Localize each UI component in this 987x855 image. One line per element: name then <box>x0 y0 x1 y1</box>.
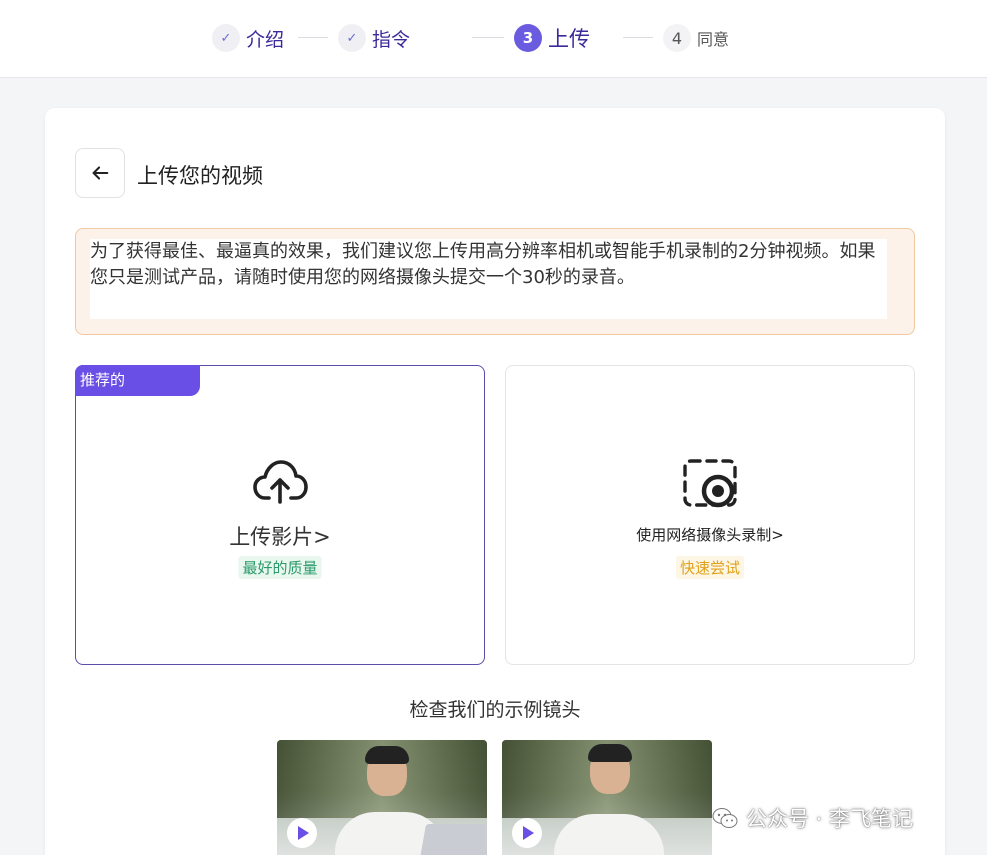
person-hair <box>365 746 409 764</box>
back-button[interactable] <box>75 148 125 198</box>
notice-body: 为了获得最佳、最逼真的效果，我们建议您上传用高分辨率相机或智能手机录制的2分钟视… <box>90 239 887 319</box>
check-icon: ✓ <box>212 24 240 52</box>
recommendation-notice: 为了获得最佳、最逼真的效果，我们建议您上传用高分辨率相机或智能手机录制的2分钟视… <box>75 228 915 335</box>
notice-text: 为了获得最佳、最逼真的效果，我们建议您上传用高分辨率相机或智能手机录制的2分钟视… <box>90 241 876 288</box>
recommended-badge: 推荐的 <box>75 365 200 396</box>
step-number: 3 <box>514 24 542 52</box>
webcam-record-option[interactable]: 使用网络摄像头录制> 快速尝试 <box>505 365 915 665</box>
watermark: 公众号 · 李飞笔记 <box>712 803 913 833</box>
example-video-thumbnail[interactable] <box>277 740 487 855</box>
wechat-icon <box>712 808 738 828</box>
step-divider <box>298 37 328 38</box>
step-divider <box>472 37 504 38</box>
step-consent[interactable]: 4 同意 <box>663 22 729 54</box>
step-divider <box>623 37 653 38</box>
upload-video-option[interactable]: 推荐的 上传影片> 最好的质量 <box>75 365 485 665</box>
play-button[interactable] <box>512 818 542 848</box>
upload-card: 上传您的视频 为了获得最佳、最逼真的效果，我们建议您上传用高分辨率相机或智能手机… <box>45 108 945 855</box>
quick-try-tag: 快速尝试 <box>675 556 745 579</box>
watermark-text: 公众号 · 李飞笔记 <box>746 807 914 831</box>
step-label: 同意 <box>697 30 730 49</box>
step-label: 指令 <box>372 28 411 51</box>
step-upload[interactable]: 3 上传 <box>514 22 590 54</box>
check-icon: ✓ <box>338 24 366 52</box>
play-icon <box>298 826 309 840</box>
arrow-left-icon <box>92 166 109 180</box>
best-quality-tag: 最好的质量 <box>238 556 322 579</box>
upload-video-label: 上传影片> <box>229 525 331 549</box>
example-video-thumbnail[interactable] <box>502 740 712 855</box>
progress-stepper: ✓ 介绍 ✓ 指令 3 上传 4 同意 <box>0 0 987 78</box>
play-icon <box>523 826 534 840</box>
step-intro[interactable]: ✓ 介绍 <box>212 22 284 54</box>
step-instructions[interactable]: ✓ 指令 <box>338 22 410 54</box>
step-label: 介绍 <box>246 28 285 51</box>
step-number: 4 <box>663 24 691 52</box>
person-hair <box>588 744 632 762</box>
person-figure <box>554 814 664 855</box>
cloud-upload-icon <box>253 460 308 504</box>
laptop <box>417 824 487 855</box>
webcam-record-label: 使用网络摄像头录制> <box>636 526 784 544</box>
examples-title: 检查我们的示例镜头 <box>409 699 581 721</box>
page-title: 上传您的视频 <box>137 164 263 188</box>
step-label: 上传 <box>548 27 590 51</box>
play-button[interactable] <box>287 818 317 848</box>
webcam-record-icon <box>683 459 737 508</box>
